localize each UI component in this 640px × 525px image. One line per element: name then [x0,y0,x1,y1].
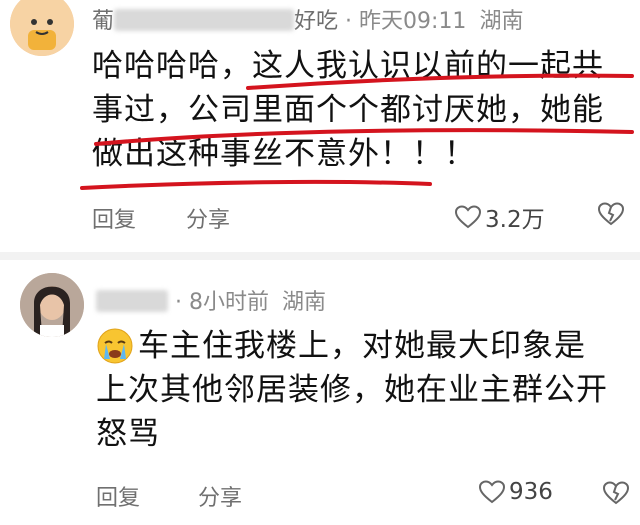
comment-line-1: 车主住我楼上，对她最大印象是 [96,324,608,368]
comment-time: 8小时前 [189,290,269,315]
heart-outline-icon [455,205,481,229]
heart-outline-icon [479,480,505,504]
like-button[interactable]: 3.2万 [455,200,545,234]
broken-heart-icon [598,202,624,226]
share-button[interactable]: 分享 [198,480,242,512]
share-button[interactable]: 分享 [186,202,230,234]
comment-line-1-text: 车主住我楼上，对她最大印象是 [138,328,586,364]
comment-line-3: 怒骂 [96,416,160,452]
like-count: 3.2万 [485,207,545,233]
crying-face-emoji [96,327,134,365]
comment-meta: · 8小时前 湖南 [96,284,326,316]
comment-separator [0,252,640,260]
comment-2: · 8小时前 湖南 车主住我楼上，对她最大印象是 上次其他邻居装修，她在业主群公… [0,260,640,525]
reply-button[interactable]: 回复 [96,480,140,512]
broken-heart-icon [603,481,629,505]
avatar-photo [20,273,84,337]
reply-button[interactable]: 回复 [92,202,136,234]
username-blurred[interactable] [96,290,168,312]
like-count: 936 [509,479,553,505]
dot-separator: · [175,290,189,315]
comment-text: 车主住我楼上，对她最大印象是 上次其他邻居装修，她在业主群公开 怒骂 [96,324,608,456]
dislike-button[interactable] [603,481,629,505]
avatar[interactable] [20,273,84,337]
red-underline-annotation [80,73,634,190]
comment-location: 湖南 [282,290,327,315]
comment-line-2: 上次其他邻居装修，她在业主群公开 [96,372,608,408]
like-button[interactable]: 936 [479,479,553,505]
dislike-button[interactable] [598,202,624,226]
comment-1: 葡好吃 · 昨天09:11 湖南 哈哈哈哈，这人我认识以前的一起共 事过，公司里… [0,0,640,255]
